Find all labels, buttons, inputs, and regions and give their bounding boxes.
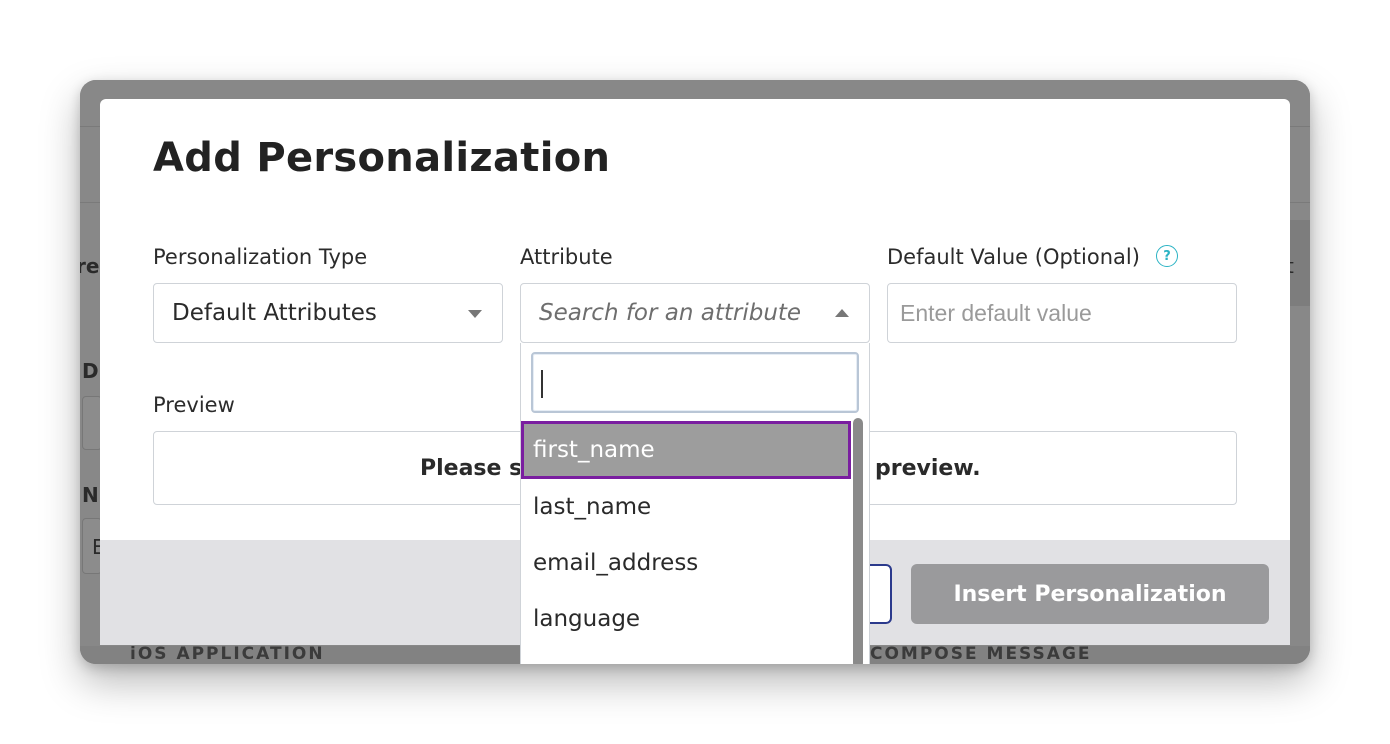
attribute-label: Attribute <box>520 245 613 269</box>
bg-bottom-left: iOS APPLICATION <box>130 644 325 664</box>
insert-personalization-button[interactable]: Insert Personalization <box>911 564 1269 624</box>
modal-title: Add Personalization <box>153 135 611 181</box>
personalization-type-label: Personalization Type <box>153 245 368 269</box>
option-language[interactable]: language <box>521 591 853 647</box>
add-personalization-modal: Add Personalization Personalization Type… <box>100 99 1290 664</box>
preview-text-right: preview. <box>875 455 981 481</box>
personalization-type-select[interactable]: Default Attributes <box>153 283 503 343</box>
personalization-type-value: Default Attributes <box>172 300 377 326</box>
option-last-name[interactable]: last_name <box>521 479 853 535</box>
default-value-input[interactable] <box>887 283 1237 343</box>
bg-bottom-right: COMPOSE MESSAGE <box>870 644 1092 664</box>
help-icon[interactable]: ? <box>1156 245 1178 267</box>
attribute-search-input[interactable] <box>531 352 859 413</box>
default-value-label: Default Value (Optional) <box>887 245 1140 269</box>
app-window: re D N E t iOS APPLICATION COMPOSE MESSA… <box>80 80 1310 664</box>
attribute-placeholder: Search for an attribute <box>539 300 802 326</box>
attribute-dropdown: first_name last_name email_address langu… <box>520 343 870 664</box>
dropdown-scrollbar[interactable] <box>853 418 863 664</box>
text-cursor <box>541 370 543 398</box>
chevron-up-icon <box>835 309 849 317</box>
option-email-address[interactable]: email_address <box>521 535 853 591</box>
attribute-options-list: first_name last_name email_address langu… <box>521 421 853 647</box>
bg-field <box>82 396 102 450</box>
attribute-select[interactable]: Search for an attribute <box>520 283 870 343</box>
bg-fragment: D <box>82 359 99 383</box>
preview-label: Preview <box>153 393 235 417</box>
bg-fragment: N <box>82 483 99 507</box>
chevron-down-icon <box>468 310 482 318</box>
option-first-name[interactable]: first_name <box>521 421 851 479</box>
bg-fragment: re <box>80 254 100 278</box>
